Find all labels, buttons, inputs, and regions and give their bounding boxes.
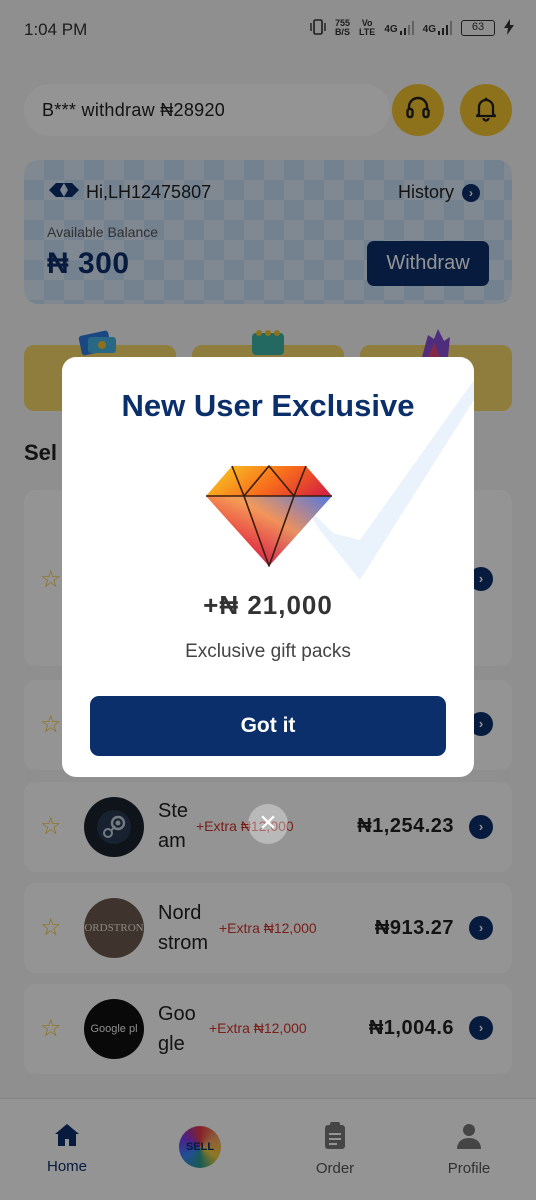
- got-it-button[interactable]: Got it: [90, 696, 446, 756]
- diamond-icon: [204, 462, 334, 573]
- close-icon[interactable]: ×: [248, 804, 288, 844]
- modal-amount: +₦ 21,000: [203, 590, 333, 620]
- modal-title: New User Exclusive: [121, 388, 415, 423]
- modal-subtitle: Exclusive gift packs: [185, 641, 351, 662]
